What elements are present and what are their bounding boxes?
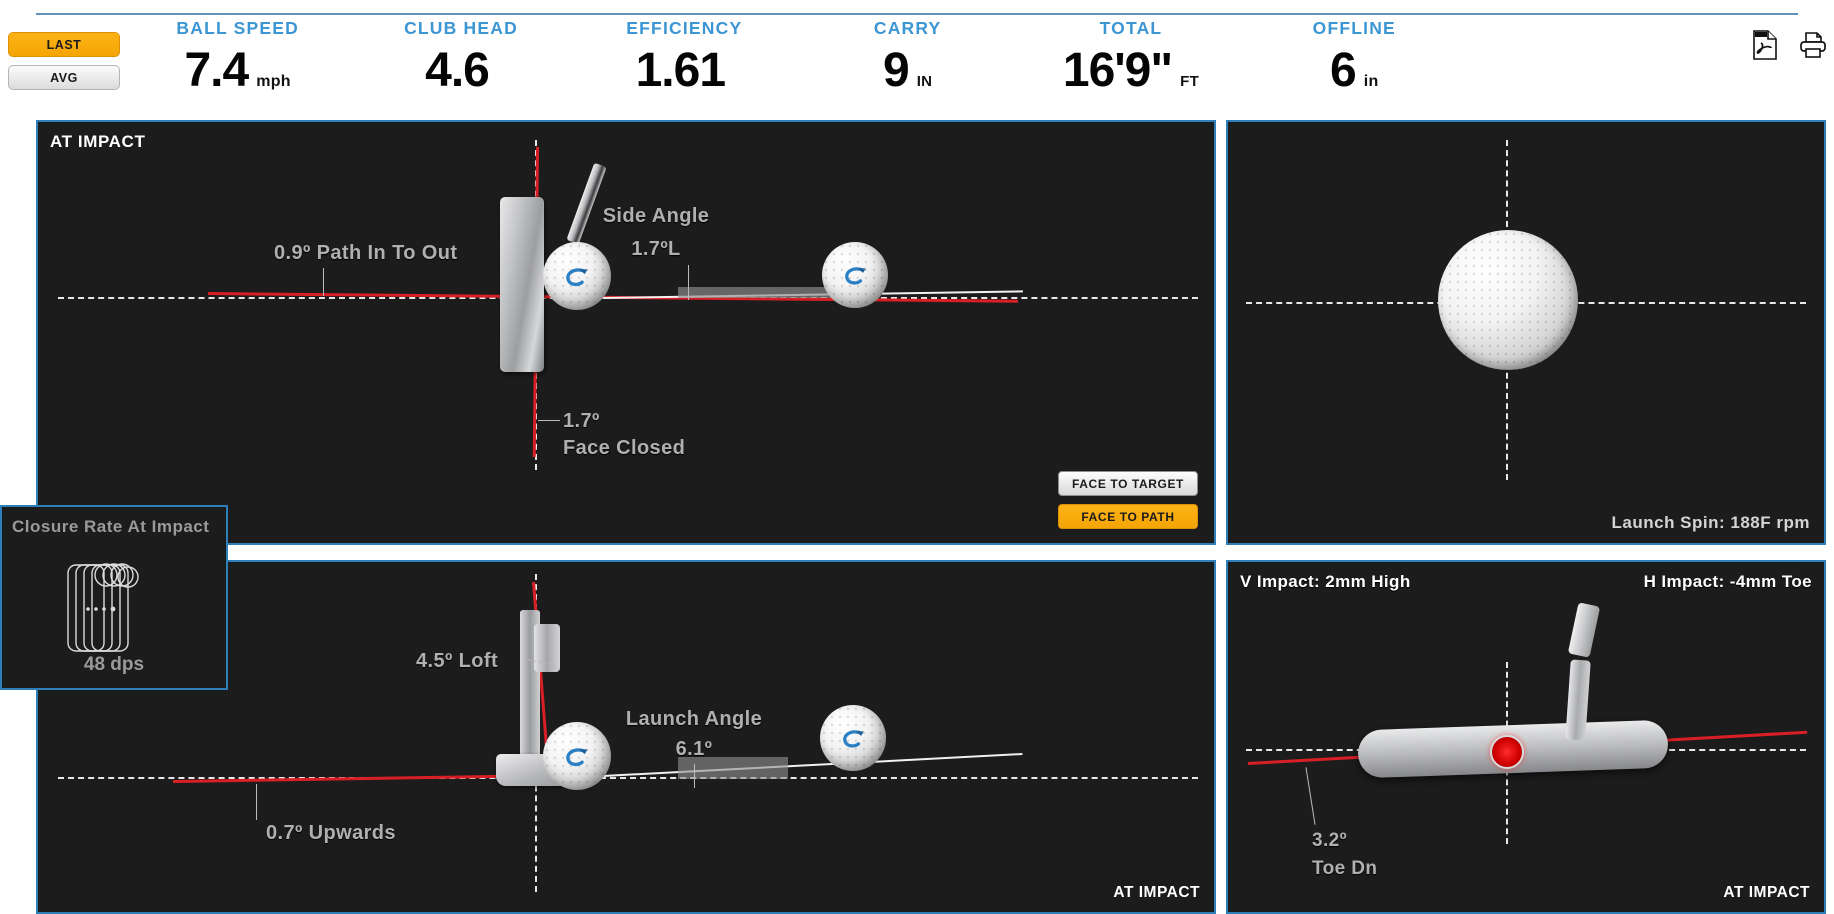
metric-unit: mph — [256, 73, 291, 90]
pdf-icon[interactable] — [1752, 30, 1778, 60]
header-bar: LAST AVG BALL SPEED 7.4 mph CLUB HEAD 4.… — [0, 0, 1834, 120]
side-angle-value: 1.7ºL — [631, 238, 681, 260]
face-angle-value: 1.7º — [563, 410, 600, 432]
loft-annotation: 4.5º Loft — [416, 650, 499, 672]
analysis-panel-grid: AT IMPACT 0.9º Path In To Out Side Angle… — [0, 120, 1834, 914]
panel-impact-head-view: V Impact: 2mm High H Impact: -4mm Toe 3.… — [1226, 560, 1826, 914]
path-leader-line — [323, 268, 324, 296]
metric-label: TOTAL — [1099, 18, 1163, 38]
path-annotation: 0.9º Path In To Out — [274, 242, 458, 264]
lie-angle-leader-line — [1305, 767, 1316, 825]
lie-angle-label: Toe Dn — [1312, 858, 1378, 879]
putter-hosel-graphic — [534, 624, 560, 672]
metric-ball-speed: BALL SPEED 7.4 mph — [126, 18, 349, 110]
launch-angle-label: Launch Angle — [625, 708, 763, 730]
ball-logo-icon — [566, 268, 588, 286]
face-angle-label: Face Closed — [563, 437, 686, 459]
launch-angle-value: 6.1º — [675, 738, 713, 760]
metric-carry: CARRY 9 IN — [796, 18, 1019, 110]
ball-post-launch — [820, 705, 886, 771]
attack-angle-leader-line — [256, 784, 257, 820]
metric-club-head: CLUB HEAD 4.6 — [349, 18, 572, 110]
metric-label: CARRY — [873, 18, 942, 38]
lie-angle-value: 3.2º — [1312, 830, 1347, 851]
putter-face-graphic — [500, 197, 544, 372]
metric-label: CLUB HEAD — [404, 18, 518, 38]
face-to-path-button[interactable]: FACE TO PATH — [1058, 504, 1198, 529]
metric-value: 1.61 — [635, 44, 726, 97]
panel-corner-label: AT IMPACT — [1113, 884, 1200, 901]
metric-unit: in — [1363, 73, 1379, 90]
metric-label: OFFLINE — [1312, 18, 1396, 38]
launch-spin-readout: Launch Spin: 188F rpm — [1611, 513, 1810, 532]
metric-value: 9 — [882, 44, 910, 97]
ball-logo-icon — [844, 267, 866, 285]
metric-unit: IN — [916, 73, 933, 90]
putter-shaft-graphic — [566, 162, 607, 245]
face-angle-leader — [538, 420, 560, 421]
launch-angle-leader-line — [694, 764, 695, 788]
metric-label: EFFICIENCY — [626, 18, 743, 38]
ball-logo-icon — [842, 730, 864, 748]
closure-rate-title: Closure Rate At Impact — [12, 517, 210, 536]
closure-rate-value: 48 dps — [83, 654, 145, 675]
panel-ball-launch-view: Launch Spin: 188F rpm — [1226, 120, 1826, 545]
sweetspot-marker-icon — [1490, 735, 1524, 769]
side-angle-label: Side Angle — [602, 205, 710, 227]
vertical-impact-readout: V Impact: 2mm High — [1240, 572, 1411, 591]
ball-post-launch — [822, 242, 888, 308]
putter-grip-top-graphic — [1567, 602, 1601, 658]
metric-value: 4.6 — [425, 44, 490, 97]
metric-unit: FT — [1180, 73, 1200, 90]
ball-launch-graphic — [1438, 230, 1578, 370]
ball-logo-icon — [566, 748, 588, 766]
header-actions — [1752, 30, 1826, 60]
metric-value: 6 — [1330, 44, 1357, 97]
panel-impact-face-view: AT IMPACT 0.9º Path In To Out Side Angle… — [36, 120, 1216, 545]
closure-rate-tooltip: Closure Rate At Impact 48 dps — [0, 505, 228, 690]
metric-value: 7.4 — [184, 44, 249, 97]
metric-total: TOTAL 16'9" FT — [1019, 18, 1242, 110]
metrics-row: BALL SPEED 7.4 mph CLUB HEAD 4.6 EFFICIE… — [126, 18, 1466, 110]
metric-efficiency: EFFICIENCY 1.61 — [573, 18, 796, 110]
panel-title: AT IMPACT — [50, 132, 146, 151]
print-icon[interactable] — [1798, 30, 1826, 60]
metric-offline: OFFLINE 6 in — [1243, 18, 1466, 110]
avg-toggle-button[interactable]: AVG — [8, 65, 120, 90]
attack-angle-annotation: 0.7º Upwards — [266, 822, 396, 844]
metric-value: 16'9" — [1062, 44, 1173, 97]
shot-mode-toggle-group: LAST AVG — [8, 32, 120, 90]
horizontal-impact-readout: H Impact: -4mm Toe — [1643, 572, 1812, 591]
face-to-target-button[interactable]: FACE TO TARGET — [1058, 471, 1198, 496]
side-angle-leader-line — [688, 265, 689, 300]
panel-corner-label: AT IMPACT — [1723, 884, 1810, 901]
closure-rate-icon — [67, 563, 139, 652]
last-toggle-button[interactable]: LAST — [8, 32, 120, 57]
metric-label: BALL SPEED — [176, 18, 299, 38]
header-divider — [36, 13, 1798, 15]
face-reference-buttons: FACE TO TARGET FACE TO PATH — [1058, 471, 1198, 529]
